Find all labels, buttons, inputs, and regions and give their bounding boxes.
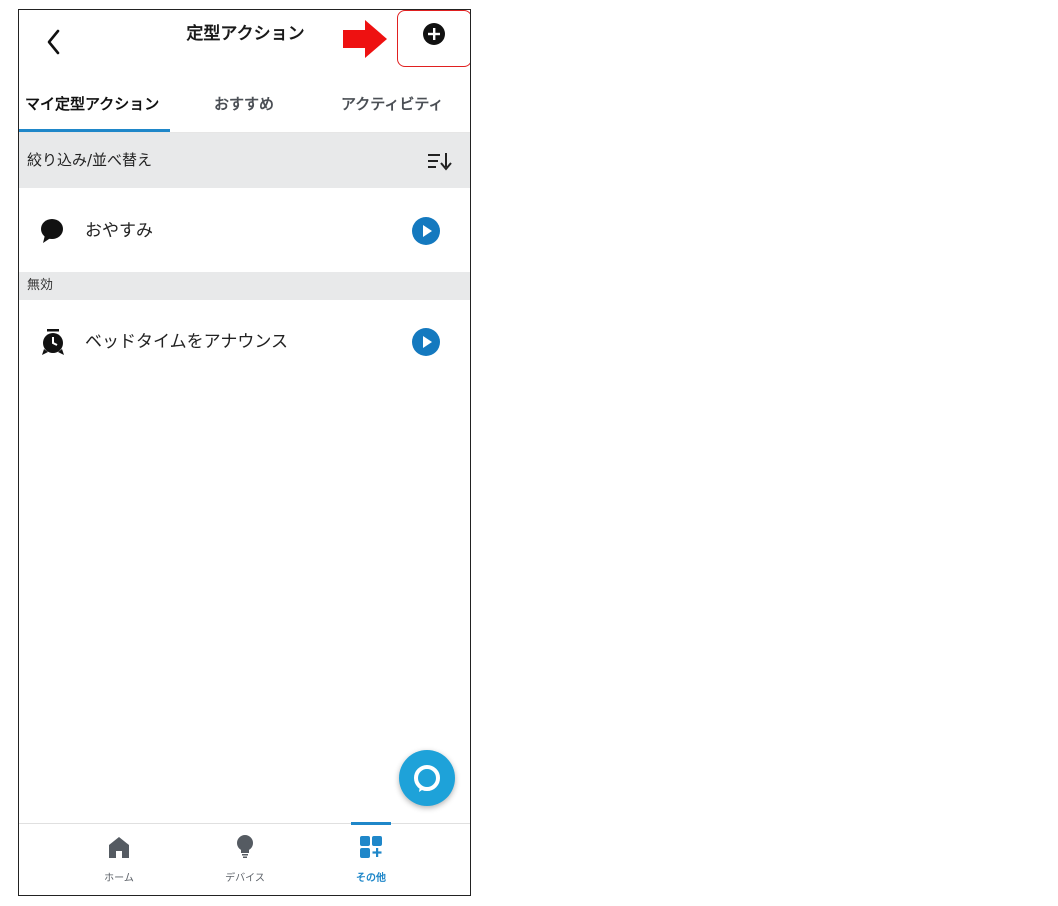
more-grid-icon [360,836,382,858]
tab-my-routines[interactable]: マイ定型アクション [25,93,159,115]
red-right-arrow-icon [343,20,387,58]
plus-circle-icon [423,23,445,45]
nav-label: デバイス [225,873,265,884]
routine-row[interactable]: ベッドタイムをアナウンス [19,302,470,382]
alarm-clock-icon [42,329,64,355]
home-icon [109,837,129,858]
app-screen: 定型アクション マイ定型アクション おすすめ アクティビティ 絞り込み/並べ替え [18,9,471,896]
disabled-section-header: 無効 [19,272,470,300]
nav-label: その他 [356,873,386,884]
nav-label: ホーム [104,873,134,884]
add-routine-button[interactable] [421,21,447,47]
alexa-button[interactable] [399,750,455,806]
filter-sort-label: 絞り込み/並べ替え [27,151,153,169]
active-tab-indicator [19,129,170,132]
tab-recommended[interactable]: おすすめ [214,93,274,115]
section-label: 無効 [27,278,54,293]
routine-label: おやすみ [85,221,153,241]
filter-sort-bar[interactable]: 絞り込み/並べ替え [19,133,470,188]
sort-icon[interactable] [427,150,453,172]
nav-home[interactable]: ホーム [69,824,169,894]
nav-devices[interactable]: デバイス [195,824,295,894]
nav-more[interactable]: その他 [321,824,421,894]
alexa-ring-icon [414,765,440,792]
routine-row[interactable]: おやすみ [19,191,470,271]
bulb-icon [237,835,253,858]
play-icon[interactable] [412,328,440,356]
routine-label: ベッドタイムをアナウンス [85,332,288,352]
play-icon[interactable] [412,217,440,245]
speech-bubble-icon [41,219,63,243]
tab-activity[interactable]: アクティビティ [341,93,443,115]
